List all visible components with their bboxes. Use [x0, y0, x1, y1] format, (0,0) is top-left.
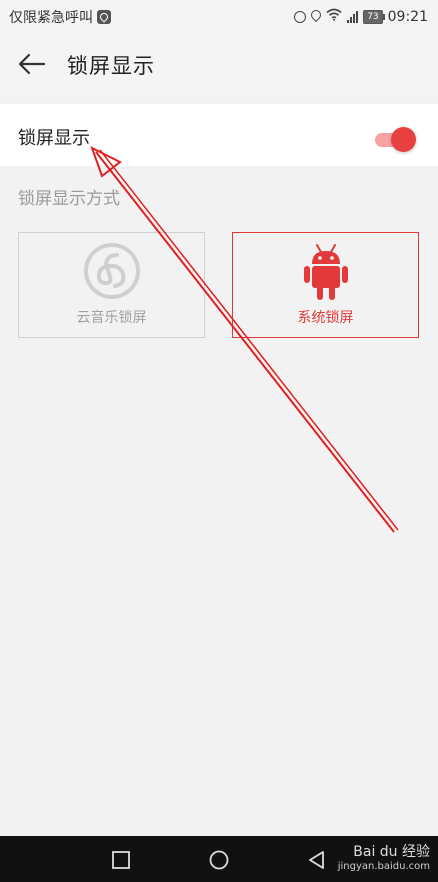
lockscreen-display-switch[interactable]	[375, 127, 416, 152]
option-label: 云音乐锁屏	[76, 310, 147, 326]
lockscreen-display-row[interactable]: 锁屏显示	[0, 104, 438, 166]
option-system-lockscreen[interactable]: 系统锁屏	[232, 232, 419, 338]
system-nav-bar: Bai du 经验 jingyan.baidu.com	[0, 836, 438, 882]
status-right: 73 09:21	[294, 8, 428, 25]
signal-icon	[347, 10, 359, 23]
netease-music-icon	[83, 243, 140, 299]
status-left: 仅限紧急呼叫	[9, 7, 111, 27]
recent-apps-button[interactable]	[110, 849, 132, 871]
location-icon	[311, 10, 321, 23]
lockscreen-display-label: 锁屏显示	[18, 128, 90, 149]
android-icon	[303, 244, 348, 300]
page-title: 锁屏显示	[67, 54, 155, 78]
watermark-url: jingyan.baidu.com	[337, 861, 430, 872]
location-pin-icon	[97, 9, 111, 24]
option-cloud-music-lockscreen[interactable]: 云音乐锁屏	[18, 232, 205, 338]
option-label: 系统锁屏	[297, 310, 354, 326]
clock: 09:21	[387, 8, 428, 25]
status-bar: 仅限紧急呼叫 73 09:21	[0, 0, 438, 33]
home-button[interactable]	[208, 849, 230, 871]
battery-indicator: 73	[363, 9, 386, 24]
wifi-icon	[326, 8, 342, 25]
carrier-text: 仅限紧急呼叫	[9, 9, 93, 26]
display-mode-section-label: 锁屏显示方式	[18, 189, 120, 209]
watermark-brand: Bai du 经验	[353, 844, 430, 860]
back-nav-button[interactable]	[306, 849, 328, 871]
switch-knob	[391, 127, 416, 152]
watermark: Bai du 经验 jingyan.baidu.com	[338, 841, 430, 872]
arrow-left-icon	[18, 53, 46, 75]
data-saver-icon	[294, 10, 307, 23]
back-button[interactable]	[14, 47, 50, 81]
app-bar: 锁屏显示	[0, 33, 438, 95]
